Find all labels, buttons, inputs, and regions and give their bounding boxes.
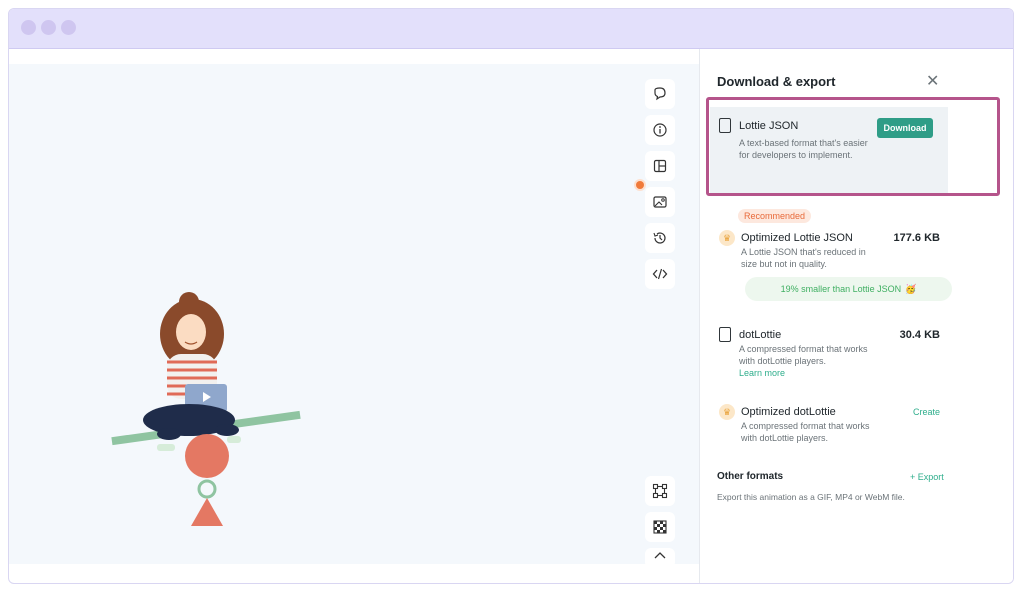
traffic-light-maximize[interactable] <box>61 20 76 35</box>
bounding-box-icon[interactable] <box>645 476 675 506</box>
export-button[interactable]: + Export <box>910 472 944 482</box>
other-formats-title: Other formats <box>717 471 784 482</box>
browser-window: Download & export ✕ Lottie JSON A text-b… <box>8 8 1014 584</box>
traffic-light-minimize[interactable] <box>41 20 56 35</box>
right-shoe <box>227 436 241 443</box>
traffic-light-close[interactable] <box>21 20 36 35</box>
notification-dot <box>636 181 644 189</box>
dotlottie-title[interactable]: dotLottie <box>739 329 781 341</box>
animation-canvas[interactable] <box>9 64 699 564</box>
red-ball <box>185 434 229 478</box>
optimized-dotlottie-description: A compressed format that works with dotL… <box>741 421 870 443</box>
code-icon[interactable] <box>645 259 675 289</box>
red-triangle <box>191 498 223 526</box>
recommended-badge: Recommended <box>738 209 812 223</box>
file-icon <box>719 327 731 342</box>
crown-icon: ♛ <box>719 230 735 246</box>
close-icon[interactable]: ✕ <box>926 71 939 91</box>
learn-more-link[interactable]: Learn more <box>739 368 785 378</box>
create-link[interactable]: Create <box>913 407 940 417</box>
optimized-lottie-size: 177.6 KB <box>893 232 940 244</box>
size-savings-banner: 19% smaller than Lottie JSON 🥳 <box>745 277 952 301</box>
layout-icon[interactable] <box>645 151 675 181</box>
optimized-lottie-title[interactable]: Optimized Lottie JSON <box>741 232 853 244</box>
highlight-frame <box>706 97 1000 196</box>
chevron-up-icon[interactable] <box>645 548 675 568</box>
window-titlebar <box>9 9 1013 49</box>
hair-bun <box>179 292 199 312</box>
optimized-dotlottie-title[interactable]: Optimized dotLottie <box>741 406 836 418</box>
animation-preview-illustration <box>111 292 301 526</box>
party-face-icon: 🥳 <box>905 283 917 294</box>
panel-title: Download & export <box>717 74 836 89</box>
transparency-grid-icon[interactable] <box>645 512 675 542</box>
dotlottie-description: A compressed format that works with dotL… <box>739 344 868 366</box>
comment-icon[interactable] <box>645 79 675 109</box>
download-export-panel: Download & export ✕ Lottie JSON A text-b… <box>699 49 1013 583</box>
image-settings-icon[interactable] <box>645 187 675 217</box>
left-shoe <box>157 444 175 451</box>
size-savings-text: 19% smaller than Lottie JSON <box>780 284 902 294</box>
dotlottie-size: 30.4 KB <box>899 329 940 341</box>
green-ring <box>197 479 217 499</box>
optimized-lottie-description: A Lottie JSON that's reduced in size but… <box>741 247 866 269</box>
crown-icon: ♛ <box>719 404 735 420</box>
other-formats-description: Export this animation as a GIF, MP4 or W… <box>717 492 905 502</box>
history-icon[interactable] <box>645 223 675 253</box>
info-icon[interactable] <box>645 115 675 145</box>
